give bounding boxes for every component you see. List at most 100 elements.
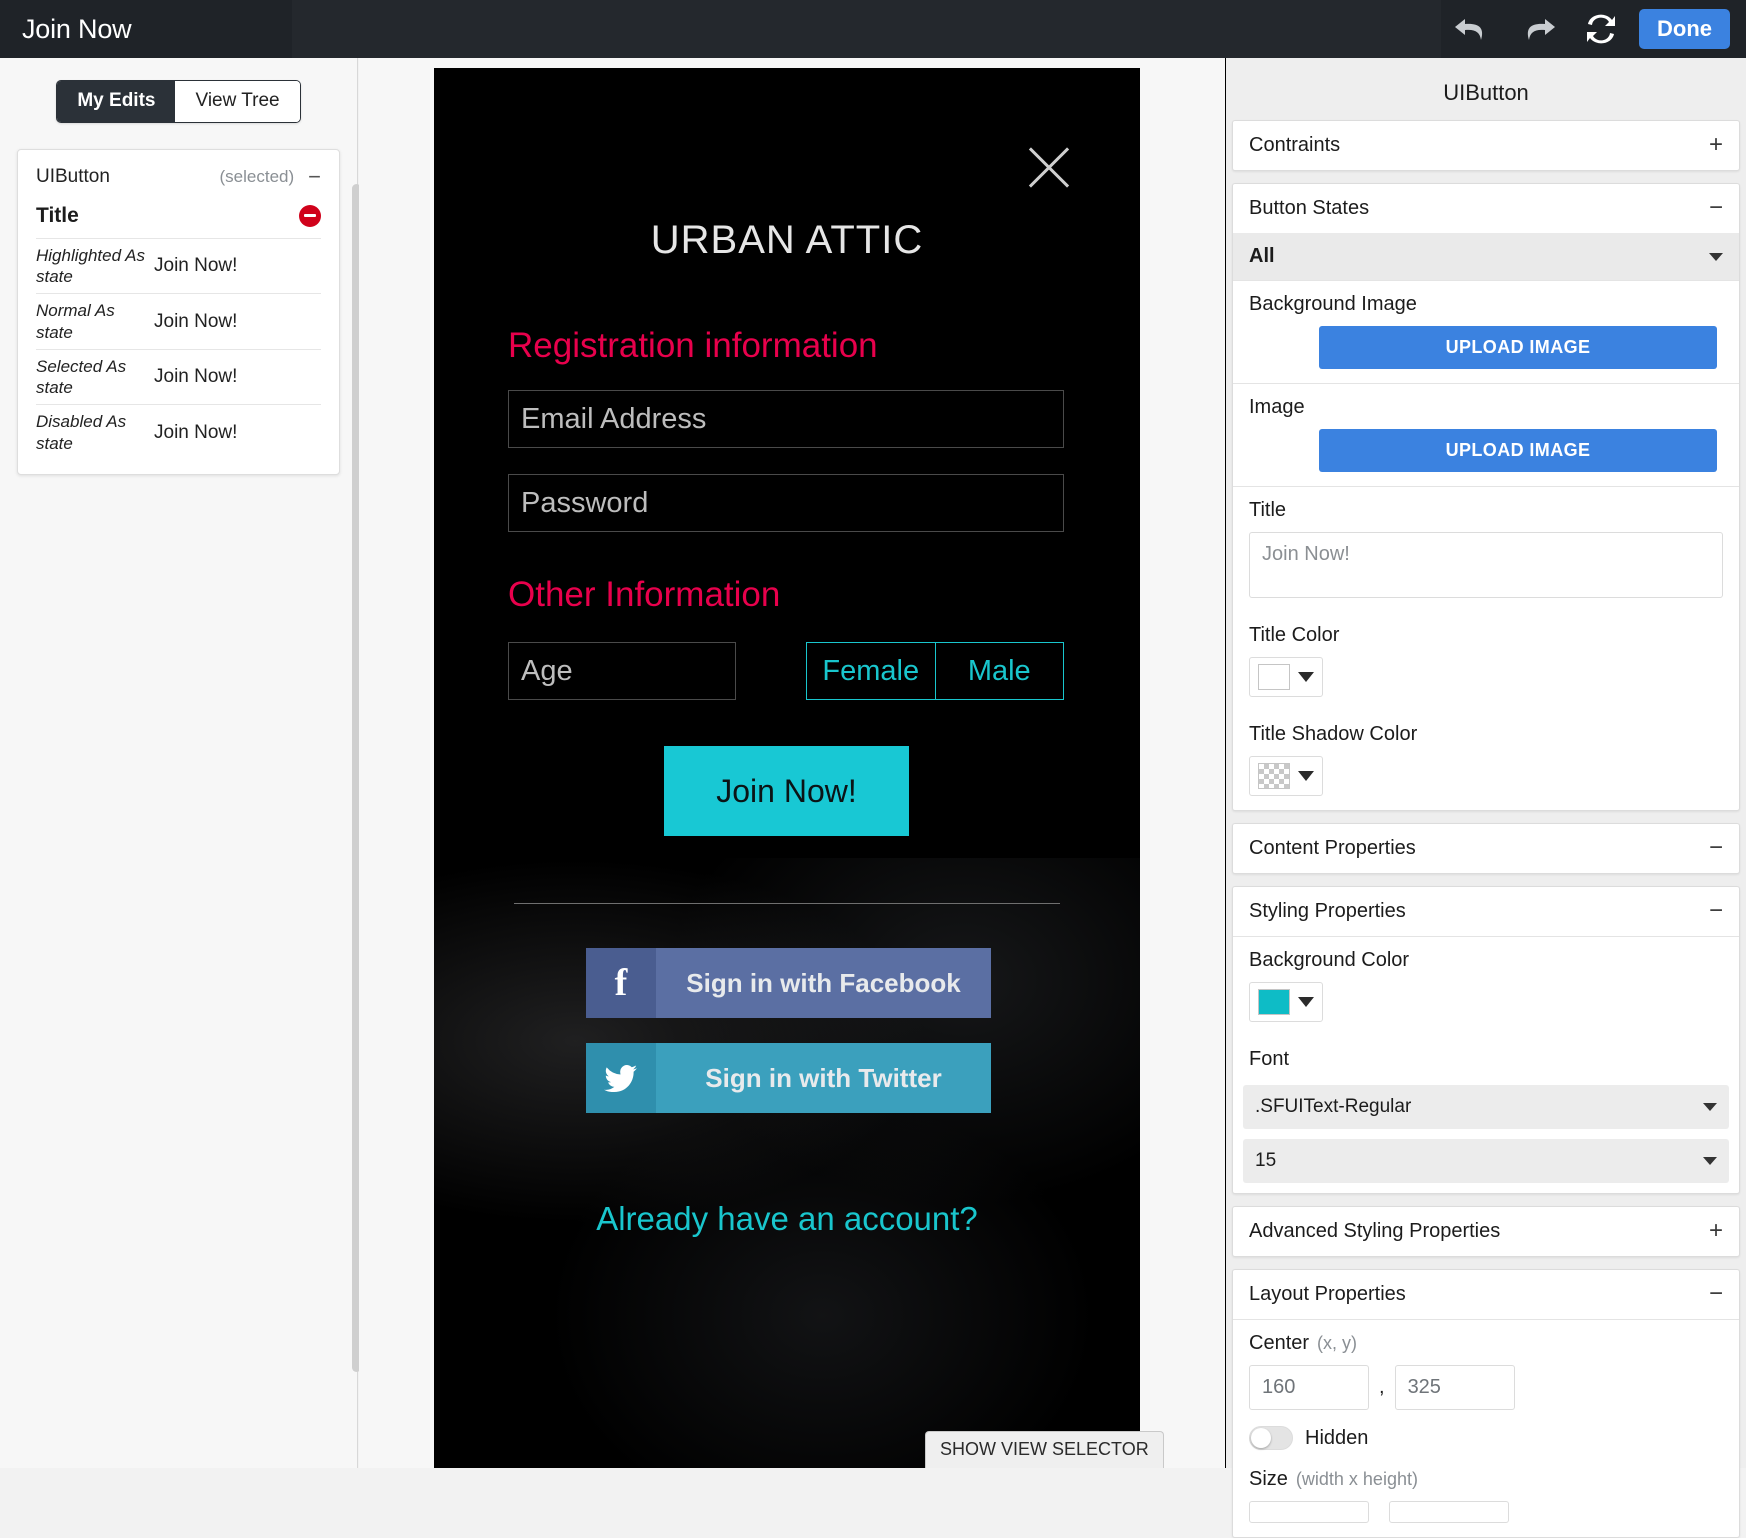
edit-state-value: Join Now! <box>154 421 238 443</box>
close-icon[interactable] <box>1022 140 1076 194</box>
styling-properties-header[interactable]: Styling Properties − <box>1233 887 1739 936</box>
edit-state-row: Normal As state Join Now! <box>36 293 321 349</box>
title-shadow-color-field: Title Shadow Color <box>1233 711 1739 810</box>
title-input[interactable]: Join Now! <box>1249 532 1723 598</box>
edit-state-key: Disabled As state <box>36 412 127 453</box>
edit-state-key: Normal As state <box>36 301 115 342</box>
center-x-input[interactable]: 160 <box>1249 1365 1369 1410</box>
age-input[interactable]: Age <box>508 642 736 700</box>
font-size-select[interactable]: 15 <box>1243 1139 1729 1183</box>
content-properties-header[interactable]: Content Properties − <box>1233 824 1739 873</box>
button-states-header[interactable]: Button States − <box>1233 184 1739 233</box>
title-color-swatch <box>1258 664 1290 690</box>
background-color-picker[interactable] <box>1249 982 1323 1022</box>
advanced-styling-header[interactable]: Advanced Styling Properties + <box>1233 1207 1739 1256</box>
button-states-label: Button States <box>1249 197 1370 219</box>
state-select-dropdown[interactable]: All <box>1233 233 1739 280</box>
styling-properties-toggle-icon[interactable]: − <box>1709 899 1723 923</box>
content-properties-toggle-icon[interactable]: − <box>1709 836 1723 860</box>
gender-segmented-control: Female Male <box>806 642 1064 700</box>
preview-stage: URBAN ATTIC Registration information Ema… <box>359 58 1225 1468</box>
join-now-button[interactable]: Join Now! <box>664 746 909 836</box>
hidden-label: Hidden <box>1305 1426 1369 1449</box>
chevron-down-icon <box>1709 252 1723 261</box>
advanced-styling-toggle-icon[interactable]: + <box>1709 1219 1723 1243</box>
center-comma: , <box>1379 1376 1385 1398</box>
inspector-panel: UIButton Contraints + Button States − Al… <box>1225 58 1746 1538</box>
password-input[interactable]: Password <box>508 474 1064 532</box>
center-field: Center (x, y) 160 , 325 Hidden Size (width… <box>1233 1320 1739 1537</box>
facebook-signin-label: Sign in with Facebook <box>656 948 991 1018</box>
title-shadow-color-label: Title Shadow Color <box>1249 723 1418 745</box>
image-label: Image <box>1249 396 1305 418</box>
layout-properties-label: Layout Properties <box>1249 1283 1406 1305</box>
button-states-toggle-icon[interactable]: − <box>1709 196 1723 220</box>
chevron-down-icon <box>1298 672 1314 682</box>
edit-state-key: Highlighted As state <box>36 245 145 287</box>
tab-my-edits[interactable]: My Edits <box>57 81 176 122</box>
image-upload-button[interactable]: UPLOAD IMAGE <box>1319 429 1717 472</box>
edit-card-header: UIButton (selected) − <box>18 150 339 200</box>
twitter-signin-button[interactable]: Sign in with Twitter <box>586 1043 991 1113</box>
layout-properties-toggle-icon[interactable]: − <box>1709 1282 1723 1306</box>
chevron-down-icon <box>1703 1157 1717 1165</box>
font-family-select[interactable]: .SFUIText-Regular <box>1243 1085 1729 1129</box>
edit-selected-badge: (selected) <box>219 166 295 186</box>
edit-state-value: Join Now! <box>154 366 238 388</box>
gender-female-option[interactable]: Female <box>807 643 935 699</box>
state-select-value: All <box>1249 245 1275 267</box>
edit-state-row: Disabled As state Join Now! <box>36 404 321 460</box>
layout-properties-header[interactable]: Layout Properties − <box>1233 1270 1739 1319</box>
font-field: Font <box>1233 1036 1739 1085</box>
section-divider <box>514 903 1060 904</box>
already-have-account-link[interactable]: Already have an account? <box>434 1200 1140 1238</box>
background-image-upload-button[interactable]: UPLOAD IMAGE <box>1319 326 1717 369</box>
edit-property-title: Title <box>36 203 79 227</box>
font-label: Font <box>1249 1048 1290 1070</box>
remove-edit-icon[interactable] <box>299 204 321 227</box>
size-width-input[interactable] <box>1249 1501 1369 1523</box>
show-view-selector-button[interactable]: SHOW VIEW SELECTOR <box>925 1431 1164 1468</box>
chevron-down-icon <box>1298 997 1314 1007</box>
hidden-toggle-row: Hidden <box>1249 1426 1723 1450</box>
background-color-swatch <box>1258 989 1290 1015</box>
app-title-zone: Join Now <box>0 0 292 58</box>
chevron-down-icon <box>1703 1103 1717 1111</box>
edit-card-collapse-icon[interactable]: − <box>308 166 321 188</box>
center-label-row: Center (x, y) <box>1249 1332 1723 1355</box>
panel-tabs: My Edits View Tree <box>0 58 357 123</box>
title-field: Title Join Now! <box>1233 487 1739 612</box>
size-height-input[interactable] <box>1389 1501 1509 1523</box>
background-color-label: Background Color <box>1249 949 1410 971</box>
facebook-signin-button[interactable]: f Sign in with Facebook <box>586 948 991 1018</box>
title-shadow-color-picker[interactable] <box>1249 756 1323 796</box>
left-edits-panel: My Edits View Tree UIButton (selected) −… <box>0 58 361 1468</box>
undo-button[interactable] <box>1441 0 1505 58</box>
edit-state-row: Highlighted As state Join Now! <box>36 237 321 294</box>
center-y-input[interactable]: 325 <box>1394 1365 1515 1410</box>
hidden-toggle[interactable] <box>1249 1426 1293 1450</box>
background-image-label: Background Image <box>1249 293 1417 315</box>
chevron-down-icon <box>1298 771 1314 781</box>
title-label: Title <box>1249 499 1287 521</box>
constraints-toggle-icon[interactable]: + <box>1709 133 1723 157</box>
styling-properties-card: Styling Properties − Background Color Fo… <box>1232 886 1740 1194</box>
title-color-picker[interactable] <box>1249 657 1323 697</box>
size-hint: (width x height) <box>1295 1469 1418 1489</box>
tab-view-tree[interactable]: View Tree <box>175 81 300 122</box>
edit-element-name: UIButton <box>36 165 110 187</box>
size-label-row: Size (width x height) <box>1249 1468 1723 1491</box>
background-image-field: Background Image UPLOAD IMAGE <box>1233 281 1739 383</box>
advanced-styling-card: Advanced Styling Properties + <box>1232 1206 1740 1257</box>
refresh-button[interactable] <box>1569 0 1633 58</box>
page-title: Join Now <box>22 13 132 44</box>
refresh-icon <box>1587 14 1615 44</box>
done-button[interactable]: Done <box>1639 8 1730 50</box>
twitter-bird-icon <box>586 1043 656 1113</box>
redo-button[interactable] <box>1505 0 1569 58</box>
constraints-header[interactable]: Contraints + <box>1233 121 1739 170</box>
email-input[interactable]: Email Address <box>508 390 1064 448</box>
layout-properties-card: Layout Properties − Center (x, y) 160 , 3… <box>1232 1269 1740 1538</box>
redo-arrow-icon <box>1527 19 1555 40</box>
gender-male-option[interactable]: Male <box>934 643 1064 699</box>
